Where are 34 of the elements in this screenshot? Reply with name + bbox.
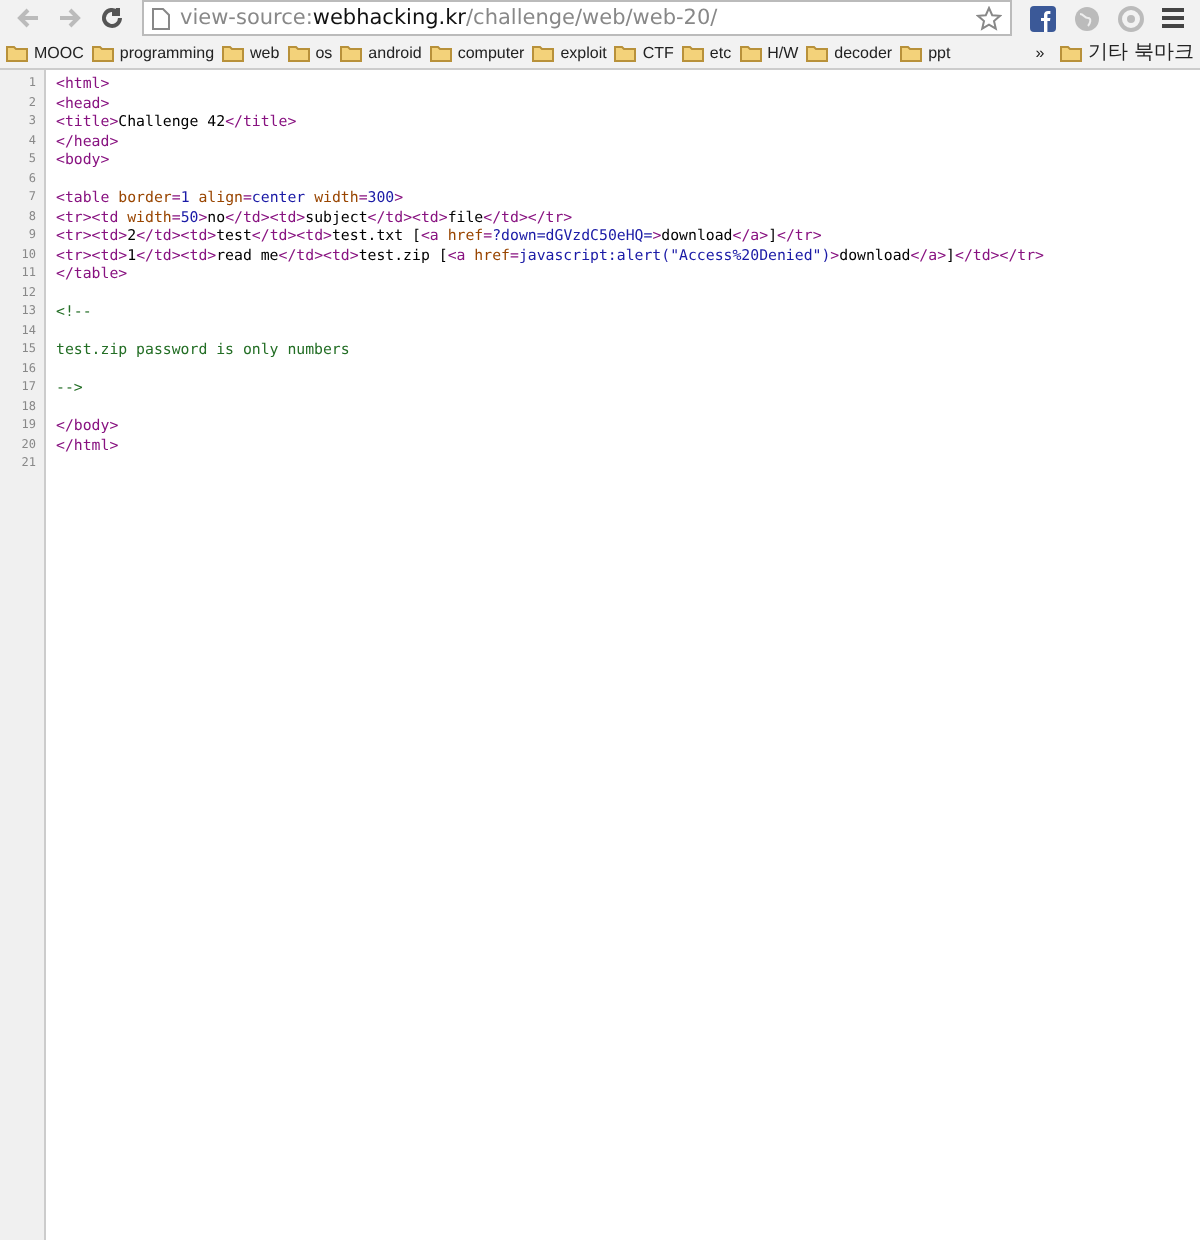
bookmark-folder[interactable]: web	[222, 43, 280, 61]
bookmark-folder[interactable]: ppt	[900, 43, 951, 61]
folder-icon	[287, 43, 310, 61]
bookmark-folder[interactable]: etc	[681, 43, 732, 61]
bookmark-folder[interactable]: os	[287, 43, 333, 61]
bookmark-folder[interactable]: exploit	[532, 43, 607, 61]
folder-icon	[739, 43, 762, 61]
page-icon	[152, 7, 170, 29]
bookmark-folder[interactable]: computer	[429, 43, 525, 61]
folder-icon	[1060, 43, 1083, 61]
bookmark-folder[interactable]: decoder	[806, 43, 893, 61]
folder-icon	[532, 43, 555, 61]
bookmark-folder[interactable]: H/W	[739, 43, 799, 61]
folder-icon	[6, 43, 28, 61]
folder-icon	[340, 43, 363, 61]
address-bar[interactable]: view-source:webhacking.kr/challenge/web/web-20/	[142, 0, 1012, 36]
folder-icon	[222, 43, 245, 61]
bookmarks-overflow[interactable]: »	[1035, 43, 1045, 61]
bookmark-folder[interactable]: CTF	[614, 43, 674, 61]
folder-icon	[681, 43, 704, 61]
bookmark-folder[interactable]: programming	[91, 43, 215, 61]
menu-icon[interactable]	[1162, 8, 1184, 28]
facebook-icon[interactable]	[1030, 5, 1056, 31]
folder-icon	[429, 43, 452, 61]
url-text: view-source:webhacking.kr/challenge/web/web-20/	[180, 6, 718, 30]
folder-icon	[806, 43, 829, 61]
other-bookmarks-folder[interactable]: 기타 북마크	[1060, 38, 1194, 66]
reload-icon[interactable]	[100, 6, 124, 30]
folder-icon	[91, 43, 114, 61]
bookmark-folder[interactable]: MOOC	[6, 43, 84, 61]
star-icon[interactable]	[976, 5, 1002, 31]
bookmark-folder[interactable]: android	[340, 43, 422, 61]
folder-icon	[900, 43, 923, 61]
folder-icon	[614, 43, 637, 61]
